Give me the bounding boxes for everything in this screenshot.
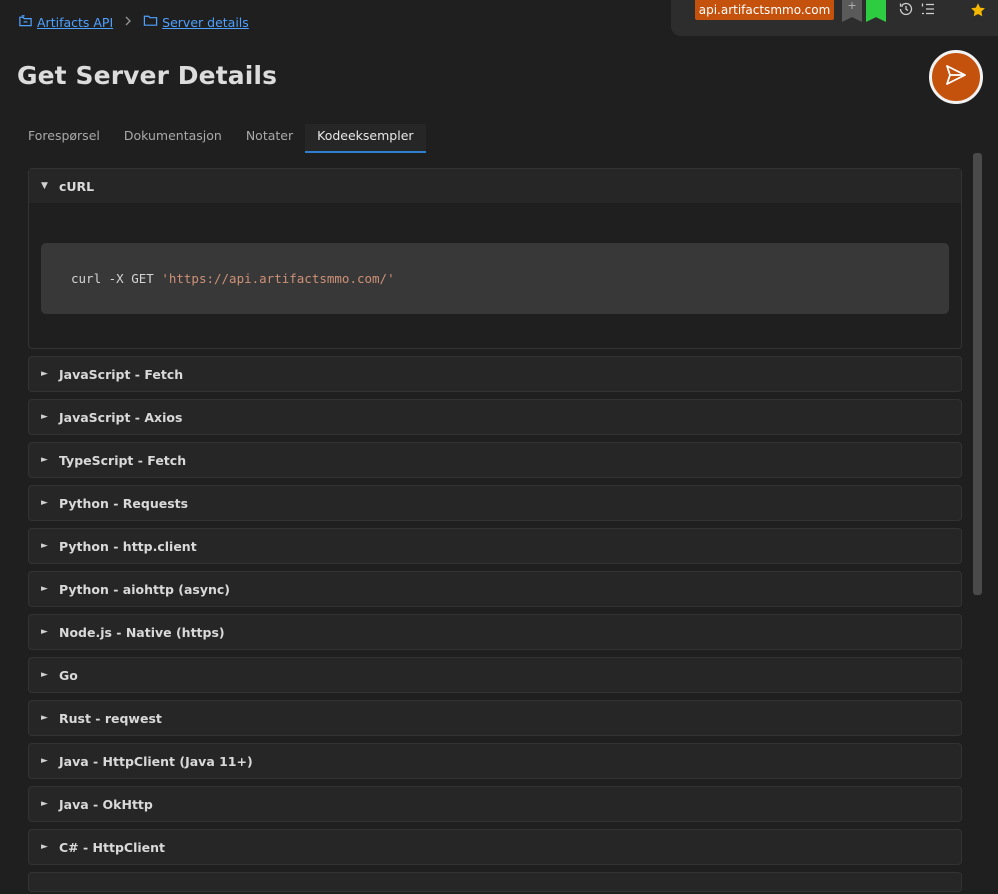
section-java-httpclient[interactable]: ► Java - HttpClient (Java 11+) — [28, 743, 962, 779]
code-block[interactable]: curl -X GET 'https://api.artifactsmmo.co… — [41, 243, 949, 314]
triangle-down-icon: ▼ — [41, 181, 48, 191]
section-header[interactable]: ► Go — [29, 658, 961, 692]
section-label: Go — [59, 667, 78, 683]
star-icon[interactable] — [970, 2, 986, 18]
section-python-requests[interactable]: ► Python - Requests — [28, 485, 962, 521]
section-java-okhttp[interactable]: ► Java - OkHttp — [28, 786, 962, 822]
chevron-right-icon — [121, 15, 135, 30]
section-body-curl: curl -X GET 'https://api.artifactsmmo.co… — [29, 203, 961, 348]
tab-code-examples[interactable]: Kodeeksempler — [305, 124, 426, 153]
triangle-right-icon: ► — [41, 412, 48, 422]
section-curl: ▼ cURL curl -X GET 'https://api.artifact… — [28, 168, 962, 349]
section-header[interactable]: ► C# - HttpClient — [29, 830, 961, 864]
send-request-button[interactable] — [929, 50, 983, 104]
code-command: curl -X GET — [71, 271, 162, 286]
code-examples-panel: ▼ cURL curl -X GET 'https://api.artifact… — [28, 168, 962, 894]
section-label: Rust - reqwest — [59, 710, 162, 726]
tab-documentation[interactable]: Dokumentasjon — [112, 124, 234, 153]
breadcrumb-current-label: Server details — [162, 14, 249, 30]
section-label: C# - HttpClient — [59, 839, 165, 855]
send-icon — [944, 63, 968, 91]
bookmark-flag-gray[interactable]: + — [842, 0, 862, 22]
section-label: Node.js - Native (https) — [59, 624, 225, 640]
tab-notes[interactable]: Notater — [234, 124, 305, 153]
breadcrumb-root-label: Artifacts API — [37, 14, 114, 30]
collection-icon — [18, 13, 33, 31]
section-javascript-axios[interactable]: ► JavaScript - Axios — [28, 399, 962, 435]
section-label: Java - HttpClient (Java 11+) — [59, 753, 253, 769]
section-label: Python - Requests — [59, 495, 189, 511]
triangle-right-icon: ► — [41, 369, 48, 379]
history-icon[interactable] — [898, 1, 914, 17]
section-label: cURL — [59, 178, 95, 194]
bookmark-flag-green[interactable] — [866, 0, 886, 22]
top-toolbar: api.artifactsmmo.com + — [671, 0, 998, 36]
breadcrumb-root[interactable]: Artifacts API — [18, 13, 113, 31]
section-header[interactable]: ► Java - HttpClient (Java 11+) — [29, 744, 961, 778]
section-label: JavaScript - Axios — [59, 409, 183, 425]
section-header[interactable]: ► Python - aiohttp (async) — [29, 572, 961, 606]
triangle-right-icon: ► — [41, 584, 48, 594]
folder-icon — [143, 13, 158, 31]
triangle-right-icon: ► — [41, 498, 48, 508]
section-label: Python - http.client — [59, 538, 197, 554]
triangle-right-icon: ► — [41, 842, 48, 852]
section-header[interactable]: ► JavaScript - Axios — [29, 400, 961, 434]
section-label: Java - OkHttp — [59, 796, 153, 812]
section-typescript-fetch[interactable]: ► TypeScript - Fetch — [28, 442, 962, 478]
section-partial — [28, 872, 962, 892]
numbered-list-icon[interactable] — [920, 1, 936, 17]
section-rust-reqwest[interactable]: ► Rust - reqwest — [28, 700, 962, 736]
section-nodejs-https[interactable]: ► Node.js - Native (https) — [28, 614, 962, 650]
triangle-right-icon: ► — [41, 713, 48, 723]
triangle-right-icon: ► — [41, 756, 48, 766]
triangle-right-icon: ► — [41, 799, 48, 809]
section-header[interactable]: ► Rust - reqwest — [29, 701, 961, 735]
section-header[interactable]: ► Java - OkHttp — [29, 787, 961, 821]
section-header[interactable]: ► Python - http.client — [29, 529, 961, 563]
section-header[interactable]: ► TypeScript - Fetch — [29, 443, 961, 477]
domain-badge[interactable]: api.artifactsmmo.com — [695, 0, 834, 20]
section-python-http-client[interactable]: ► Python - http.client — [28, 528, 962, 564]
section-label: JavaScript - Fetch — [59, 366, 184, 382]
section-label: Python - aiohttp (async) — [59, 581, 231, 597]
section-javascript-fetch[interactable]: ► JavaScript - Fetch — [28, 356, 962, 392]
section-go[interactable]: ► Go — [28, 657, 962, 693]
page-title: Get Server Details — [17, 61, 278, 90]
section-header[interactable]: ► Node.js - Native (https) — [29, 615, 961, 649]
code-url: 'https://api.artifactsmmo.com/' — [161, 271, 395, 286]
section-python-aiohttp[interactable]: ► Python - aiohttp (async) — [28, 571, 962, 607]
triangle-right-icon: ► — [41, 670, 48, 680]
section-header-curl[interactable]: ▼ cURL — [29, 169, 961, 203]
triangle-right-icon: ► — [41, 455, 48, 465]
breadcrumb: Artifacts API Server details — [18, 13, 249, 31]
section-label: TypeScript - Fetch — [59, 452, 187, 468]
section-header[interactable]: ► JavaScript - Fetch — [29, 357, 961, 391]
triangle-right-icon: ► — [41, 627, 48, 637]
triangle-right-icon: ► — [41, 541, 48, 551]
tab-bar: Forespørsel Dokumentasjon Notater Kodeek… — [16, 124, 426, 153]
section-header[interactable]: ► Python - Requests — [29, 486, 961, 520]
tab-request[interactable]: Forespørsel — [16, 124, 112, 153]
scrollbar-thumb[interactable] — [973, 153, 982, 595]
breadcrumb-current[interactable]: Server details — [143, 13, 249, 31]
section-csharp-httpclient[interactable]: ► C# - HttpClient — [28, 829, 962, 865]
